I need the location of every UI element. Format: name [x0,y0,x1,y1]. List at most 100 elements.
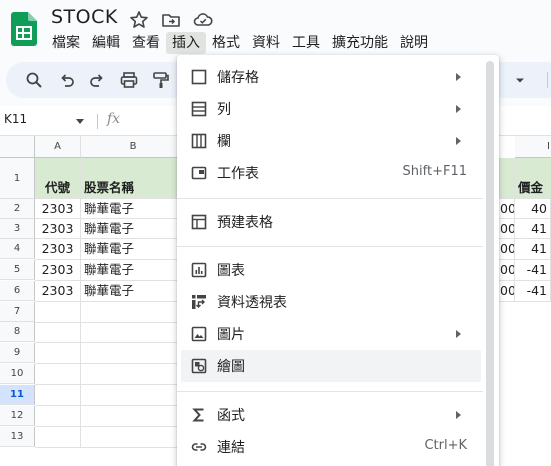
menu-edit[interactable]: 編輯 [86,32,126,54]
cell-h2[interactable]: 00 [499,199,515,219]
menu-item-rows[interactable]: 列 [177,93,483,125]
cell-b7[interactable] [81,302,186,323]
column-header-b[interactable]: B [81,136,186,158]
select-all-corner[interactable] [0,136,35,158]
menu-item-chart[interactable]: 圖表 [177,254,483,286]
menu-scrollbar[interactable] [486,61,494,466]
cell-b9[interactable] [81,343,186,364]
menu-item-label: 繪圖 [217,359,245,375]
row-header-5[interactable]: 5 [0,260,35,280]
sigma-icon [191,407,207,423]
cell-a5[interactable]: 2303 [35,260,81,281]
menu-item-columns[interactable]: 欄 [177,125,483,157]
menu-item-cells[interactable]: 儲存格 [177,61,483,93]
cell-b8[interactable] [81,322,186,343]
row-header-12[interactable]: 12 [0,406,35,426]
menu-item-label: 圖片 [217,327,245,343]
cell-b1[interactable]: 股票名稱 [81,158,186,199]
menu-insert[interactable]: 插入 [166,32,206,54]
menu-tools[interactable]: 工具 [286,32,326,54]
row-header-10[interactable]: 10 [0,364,35,384]
submenu-arrow-icon [456,105,461,113]
menu-item-link[interactable]: 連結 Ctrl+K [177,431,483,463]
menu-item-label: 函式 [217,408,245,424]
name-box[interactable]: K11 [4,112,27,126]
row-header-3[interactable]: 3 [0,219,35,239]
menu-item-label: 預建表格 [217,215,273,231]
cell-a3[interactable]: 2303 [35,219,81,239]
cell-b2[interactable]: 聯華電子 [81,199,186,219]
menu-divider [177,391,483,392]
column-header-i[interactable]: I [515,136,551,158]
menu-item-label: 工作表 [217,166,259,182]
sheets-logo-icon[interactable] [11,12,37,46]
shortcut-label: Ctrl+K [424,438,467,453]
header: STOCK 檔案 編輯 查看 插入 格式 資料 工具 擴充功能 說明 [0,0,551,58]
cell-h3[interactable]: 00 [499,219,515,239]
menu-extensions[interactable]: 擴充功能 [326,32,394,54]
cell-a7[interactable] [35,302,81,323]
row-header-13[interactable]: 13 [0,427,35,447]
menu-format[interactable]: 格式 [206,32,246,54]
menu-help[interactable]: 說明 [394,32,434,54]
cell-a9[interactable] [35,343,81,364]
menu-item-image[interactable]: 圖片 [177,318,483,350]
row-header-2[interactable]: 2 [0,199,35,219]
row-header-9[interactable]: 9 [0,343,35,363]
menu-item-sheet[interactable]: 工作表 Shift+F11 [177,157,483,189]
cell-i4[interactable]: 41 [515,239,551,260]
move-folder-icon[interactable] [160,9,182,31]
row-header-11[interactable]: 11 [0,385,35,405]
redo-icon[interactable] [86,69,108,91]
cell-a11[interactable] [35,385,81,406]
cell-i2[interactable]: 40 [515,199,551,219]
cell-a2[interactable]: 2303 [35,199,81,219]
cell-b3[interactable]: 聯華電子 [81,219,186,239]
cell-b6[interactable]: 聯華電子 [81,281,186,302]
cell-a1[interactable]: 代號 [35,158,81,199]
cell-b11[interactable] [81,385,186,406]
cloud-saved-icon[interactable] [192,9,214,31]
cell-a10[interactable] [35,364,81,385]
cell-h6[interactable]: 00 [499,281,515,302]
cell-a6[interactable]: 2303 [35,281,81,302]
cell-i1[interactable]: 價金 [515,158,551,199]
cell-a12[interactable] [35,406,81,427]
row-header-8[interactable]: 8 [0,322,35,342]
search-icon[interactable] [23,69,45,91]
cell-b5[interactable]: 聯華電子 [81,260,186,281]
cell-i5[interactable]: -41 [515,260,551,281]
menu-item-pivot-table[interactable]: 資料透視表 [177,286,483,318]
cell-a13[interactable] [35,427,81,448]
paint-format-icon[interactable] [150,69,172,91]
cell-h1[interactable] [499,158,515,199]
column-header-a[interactable]: A [35,136,81,158]
cell-a4[interactable]: 2303 [35,239,81,260]
menu-item-tables[interactable]: 預建表格 [177,206,483,238]
row-header-6[interactable]: 6 [0,281,35,301]
cell-b12[interactable] [81,406,186,427]
cell-i6[interactable]: -41 [515,281,551,302]
undo-icon[interactable] [56,69,78,91]
cell-i3[interactable]: 41 [515,219,551,239]
menu-view[interactable]: 查看 [126,32,166,54]
menu-item-function[interactable]: 函式 [177,399,483,431]
row-header-1[interactable]: 1 [0,158,35,199]
print-icon[interactable] [118,69,140,91]
chevron-down-icon[interactable] [509,69,531,91]
menu-divider [177,246,483,247]
menu-data[interactable]: 資料 [246,32,286,54]
row-header-7[interactable]: 7 [0,302,35,322]
star-icon[interactable] [128,9,150,31]
cell-b4[interactable]: 聯華電子 [81,239,186,260]
document-title[interactable]: STOCK [51,6,118,28]
cell-a8[interactable] [35,322,81,343]
name-box-dropdown-icon[interactable] [76,119,84,124]
cell-h5[interactable]: 00 [499,260,515,281]
cell-h4[interactable]: 00 [499,239,515,260]
row-header-4[interactable]: 4 [0,239,35,259]
menu-item-drawing[interactable]: 繪圖 [181,350,481,382]
cell-b13[interactable] [81,427,186,448]
cell-b10[interactable] [81,364,186,385]
menu-file[interactable]: 檔案 [46,32,86,54]
